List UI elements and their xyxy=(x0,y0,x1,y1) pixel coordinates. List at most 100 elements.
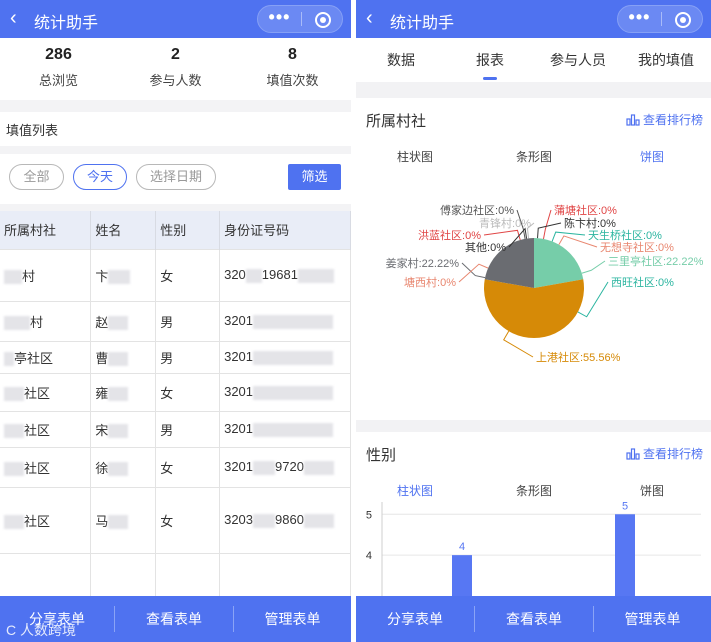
view-ranking-label: 查看排行榜 xyxy=(642,113,703,127)
gender-bar-chart: 4 5 4 5 xyxy=(366,502,701,596)
cell-village: 社区 xyxy=(24,385,51,401)
filter-today-button[interactable]: 今天 xyxy=(73,164,127,190)
left-screen: ‹ 统计助手 ••• 286 总浏览 2 参与人数 8 填值次数 填值列表 全部… xyxy=(0,0,351,642)
redacted-block xyxy=(108,270,131,285)
column-header-village[interactable]: 所属村社 xyxy=(0,211,92,249)
redacted-block xyxy=(253,460,276,475)
tab-my-entries[interactable]: 我的填值 xyxy=(631,50,701,70)
stat-participants: 2 参与人数 xyxy=(117,46,234,89)
pie-label: 上港社区:55.56% xyxy=(536,350,621,364)
bar-chart-icon xyxy=(626,448,640,460)
table-row[interactable]: 村 赵 男 3201 xyxy=(0,300,351,341)
redacted-block xyxy=(4,387,24,402)
view-ranking-label: 查看排行榜 xyxy=(642,447,703,461)
cell-name: 宋 xyxy=(95,422,109,438)
redacted-block xyxy=(108,424,129,439)
cell-id: 3201 xyxy=(224,384,254,400)
active-tab-indicator xyxy=(483,77,497,80)
table-row-empty xyxy=(0,552,351,597)
share-form-button[interactable]: 分享表单 xyxy=(356,596,474,642)
redacted-block xyxy=(4,462,24,477)
manage-form-button[interactable]: 管理表单 xyxy=(594,596,711,642)
table-row[interactable]: 社区 宋 男 3201 xyxy=(0,410,351,447)
back-icon[interactable]: ‹ xyxy=(366,7,373,29)
redacted-block xyxy=(253,513,276,528)
bottom-action-bar: 分享表单 查看表单 管理表单 xyxy=(356,596,711,642)
chart-tab-horizontal-bar[interactable]: 条形图 xyxy=(504,482,564,499)
card-title: 性别 xyxy=(366,447,397,464)
table-header-row: 所属村社 姓名 性别 身份证号码 xyxy=(0,211,351,249)
redacted-block xyxy=(108,387,129,402)
redacted-block xyxy=(108,462,129,477)
y-tick-label: 5 xyxy=(366,509,372,521)
cell-gender: 女 xyxy=(155,248,221,301)
card-title: 所属村社 xyxy=(366,113,427,130)
table-row[interactable]: 社区 徐 女 3201 9720 xyxy=(0,446,351,487)
bar-value-label: 5 xyxy=(622,502,628,512)
redacted-block xyxy=(108,515,129,530)
cell-id: 3201 xyxy=(224,349,254,365)
column-header-name[interactable]: 姓名 xyxy=(90,211,157,249)
table-row[interactable]: 亭社区 曹 男 3201 xyxy=(0,340,351,373)
cell-gender: 男 xyxy=(155,300,221,341)
cell-name: 曹 xyxy=(95,350,109,366)
stat-fills-value: 8 xyxy=(288,46,297,63)
pie-label-line xyxy=(458,263,489,283)
cell-id: 3203 xyxy=(224,512,254,528)
top-tabs: 数据 报表 参与人员 我的填值 xyxy=(356,38,711,82)
pie-label: 陈卞村:0% xyxy=(564,216,616,230)
redacted-block xyxy=(108,352,129,367)
pie-label-line xyxy=(483,229,521,241)
more-icon[interactable]: ••• xyxy=(258,6,301,32)
filter-all-button[interactable]: 全部 xyxy=(9,164,64,190)
pie-label-line xyxy=(537,222,562,239)
chart-tab-bar[interactable]: 柱状图 xyxy=(385,482,445,499)
chart-tab-bar[interactable]: 柱状图 xyxy=(385,148,445,165)
stat-fills-label: 填值次数 xyxy=(266,73,319,88)
tab-report[interactable]: 报表 xyxy=(455,50,525,70)
gender-chart-card: 性别 查看排行榜 柱状图 条形图 饼图 4 5 4 5 xyxy=(356,432,711,596)
tab-participants[interactable]: 参与人员 xyxy=(543,50,613,70)
view-ranking-link[interactable]: 查看排行榜 xyxy=(626,445,703,462)
view-form-button[interactable]: 查看表单 xyxy=(475,596,593,642)
tab-data[interactable]: 数据 xyxy=(366,50,436,70)
redacted-block xyxy=(4,424,24,439)
filter-date-picker[interactable]: 选择日期 xyxy=(136,164,216,190)
cell-id-mid: 9860 xyxy=(275,512,304,528)
cell-id-mid: 19681 xyxy=(261,267,298,283)
close-icon[interactable] xyxy=(675,12,691,28)
chart-tab-pie[interactable]: 饼图 xyxy=(622,148,682,165)
table-row[interactable]: 社区 马 女 3203 9860 xyxy=(0,486,351,553)
table-row[interactable]: 村 卞 女 320 19681 xyxy=(0,248,351,301)
more-icon[interactable]: ••• xyxy=(618,6,661,32)
manage-form-button[interactable]: 管理表单 xyxy=(234,596,351,642)
capsule-divider xyxy=(301,12,302,26)
stat-views-value: 286 xyxy=(45,46,72,63)
close-icon[interactable] xyxy=(315,12,331,28)
stat-fills: 8 填值次数 xyxy=(234,46,351,89)
view-ranking-link[interactable]: 查看排行榜 xyxy=(626,111,703,128)
table-row[interactable]: 社区 雍 女 3201 xyxy=(0,372,351,411)
watermark: C 人数跨境 xyxy=(6,622,76,638)
cell-name: 卞 xyxy=(95,268,109,284)
stat-views-label: 总浏览 xyxy=(38,73,78,88)
chart-tab-horizontal-bar[interactable]: 条形图 xyxy=(504,148,564,165)
redacted-block xyxy=(253,350,334,365)
column-header-id[interactable]: 身份证号码 xyxy=(219,211,351,249)
redacted-block xyxy=(4,316,30,331)
back-icon[interactable]: ‹ xyxy=(10,7,17,29)
chart-tab-pie[interactable]: 饼图 xyxy=(622,482,682,499)
column-header-gender[interactable]: 性别 xyxy=(155,211,221,249)
village-chart-card: 所属村社 查看排行榜 柱状图 条形图 饼图 上港社区:55.56% 姜家村:22.… xyxy=(356,98,711,420)
redacted-block xyxy=(245,268,262,283)
pie-label: 蒲塘社区:0% xyxy=(554,203,617,217)
cell-village: 社区 xyxy=(24,422,51,438)
stat-views: 286 总浏览 xyxy=(0,46,117,89)
pie-label: 塘西村:0% xyxy=(404,275,456,289)
view-form-button[interactable]: 查看表单 xyxy=(115,596,233,642)
page-title: 统计助手 xyxy=(34,15,99,32)
apply-filter-button[interactable]: 筛选 xyxy=(288,164,341,190)
pie-label-line xyxy=(542,209,552,240)
bar xyxy=(615,514,635,596)
cell-village: 社区 xyxy=(24,460,51,476)
